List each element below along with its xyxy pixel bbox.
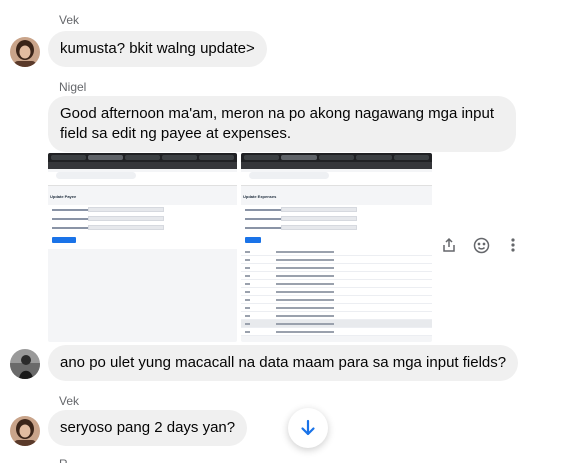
sender-name: Vek: [59, 13, 80, 27]
message-bubble[interactable]: Good afternoon ma'am, meron na po akong …: [48, 96, 516, 152]
screenshot-update-button: [52, 237, 76, 243]
message-bubble[interactable]: kumusta? bkit walng update>: [48, 31, 267, 67]
sender-name: Nigel: [59, 80, 87, 94]
smiley-icon[interactable]: [472, 236, 490, 254]
message-bubble[interactable]: ano po ulet yung macacall na data maam p…: [48, 345, 519, 381]
message-bubble[interactable]: seryoso pang 2 days yan?: [48, 410, 248, 446]
screenshot-app-bar: [48, 172, 237, 186]
screenshot-bookmarks-bar: [48, 162, 237, 169]
arrow-down-icon: [301, 419, 315, 436]
avatar[interactable]: [10, 349, 40, 379]
screenshot-app-bar: [241, 172, 432, 186]
screenshot-browser-tabs: [48, 153, 237, 162]
screenshot-page-title: Update Payee: [50, 194, 77, 199]
screenshot-browser-tabs: [241, 153, 432, 162]
screenshot-update-button: [245, 237, 261, 243]
avatar[interactable]: [10, 416, 40, 446]
screenshot-bookmarks-bar: [241, 162, 432, 169]
screenshot-page-title: Update Expenses: [243, 194, 277, 199]
image-attachment[interactable]: Update Payee: [48, 153, 237, 342]
sender-name: R: [59, 457, 68, 463]
message-actions: [440, 236, 522, 256]
scroll-to-bottom-button[interactable]: [288, 408, 328, 448]
screenshot-form-card: [48, 205, 237, 249]
sender-name: Vek: [59, 394, 80, 408]
image-attachment[interactable]: Update Expenses: [241, 153, 432, 342]
more-vertical-icon[interactable]: [504, 236, 522, 254]
screenshot-form-card: [241, 205, 432, 336]
avatar[interactable]: [10, 37, 40, 67]
share-icon[interactable]: [440, 236, 458, 254]
